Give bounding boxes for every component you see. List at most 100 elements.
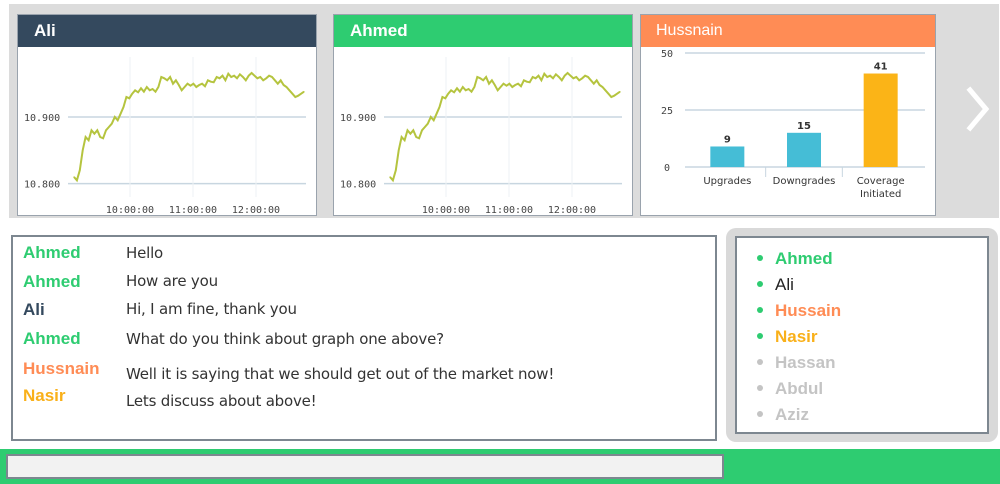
y-tick-label: 50 — [661, 49, 673, 60]
chart-card-ali[interactable]: Ali 10.900 10.800 10:00:00 11:00:00 12:00:00 — [17, 14, 317, 216]
data-point — [82, 149, 84, 151]
card-header: Ahmed — [334, 15, 632, 47]
data-point — [549, 75, 551, 77]
data-point — [526, 81, 528, 83]
data-point — [265, 77, 267, 79]
data-point — [444, 97, 446, 99]
category-label: Coverage — [857, 176, 905, 187]
data-point — [500, 86, 502, 88]
data-point — [157, 86, 159, 88]
user-list-item[interactable]: Ali — [757, 275, 794, 295]
data-point — [590, 79, 592, 81]
user-list-item[interactable]: Aziz — [757, 405, 809, 425]
status-dot-icon — [757, 306, 763, 313]
status-dot-icon — [757, 358, 763, 365]
data-point — [424, 126, 426, 128]
data-point — [473, 86, 475, 88]
data-point — [294, 96, 296, 98]
data-point — [213, 81, 215, 83]
data-point — [497, 89, 499, 91]
data-point — [114, 116, 116, 118]
user-list-item[interactable]: Nasir — [757, 327, 818, 347]
chat-username: Ahmed — [23, 329, 81, 348]
data-point — [430, 116, 432, 118]
chat-text: Well it is saying that we should get out… — [126, 365, 555, 383]
data-point — [239, 73, 241, 75]
data-point — [224, 79, 226, 81]
data-point — [259, 76, 261, 78]
data-point — [242, 76, 244, 78]
data-point — [268, 75, 270, 77]
data-point — [436, 113, 438, 115]
bar-value-label: 15 — [797, 121, 811, 132]
data-point — [88, 139, 90, 141]
message-input[interactable] — [6, 454, 724, 479]
data-point — [561, 79, 563, 81]
data-point — [613, 95, 615, 97]
data-point — [532, 76, 534, 78]
data-point — [529, 81, 531, 83]
data-point — [85, 136, 87, 138]
chart-card-hussnain[interactable]: Hussnain 50 25 0 9 Upgrades 15 Downgrades 41 Cov… — [640, 14, 936, 216]
user-list-item[interactable]: Hassan — [757, 353, 835, 373]
data-point — [401, 136, 403, 138]
bar — [863, 73, 898, 167]
user-list-panel: Ahmed Ali Hussain Nasir Hassan Abdul Aziz — [726, 228, 998, 442]
data-point — [90, 129, 93, 131]
user-list-item[interactable]: Abdul — [757, 379, 823, 399]
data-point — [438, 106, 441, 108]
data-point — [149, 89, 151, 91]
x-tick-label: 10:00:00 — [422, 205, 470, 215]
data-point — [552, 77, 554, 79]
data-point — [572, 77, 574, 79]
chevron-right-icon[interactable] — [966, 84, 990, 134]
data-point — [73, 176, 75, 178]
data-point — [535, 77, 537, 79]
chat-username: Hussnain — [23, 359, 100, 378]
data-point — [491, 79, 493, 81]
data-point — [546, 76, 548, 78]
data-point — [131, 93, 133, 95]
data-point — [96, 129, 98, 131]
data-point — [610, 96, 612, 98]
data-point — [288, 89, 290, 91]
data-point — [189, 85, 192, 87]
user-list-item[interactable]: Hussain — [757, 301, 841, 321]
data-point — [462, 86, 464, 88]
category-label: Downgrades — [773, 176, 836, 187]
data-point — [178, 84, 180, 86]
data-point — [140, 87, 142, 89]
data-point — [523, 79, 525, 81]
data-point — [514, 84, 516, 86]
user-name: Nasir — [775, 327, 818, 346]
data-point — [248, 75, 250, 77]
data-point — [236, 77, 238, 79]
status-dot-icon — [757, 254, 763, 261]
data-point — [195, 86, 197, 88]
data-point — [233, 75, 235, 77]
data-point — [616, 93, 618, 95]
bar-value-label: 41 — [874, 62, 888, 73]
data-point — [186, 83, 189, 85]
user-name: Hassan — [775, 353, 836, 372]
data-point — [99, 136, 101, 138]
data-point — [476, 76, 478, 78]
data-point — [511, 86, 513, 88]
data-point — [601, 86, 604, 88]
chart-card-ahmed[interactable]: Ahmed 10.900 10.800 10:00:00 11:00:00 12:00:… — [333, 14, 633, 216]
data-point — [128, 97, 130, 99]
y-tick-label: 10.800 — [24, 180, 60, 191]
data-point — [271, 76, 273, 78]
data-point — [143, 91, 145, 93]
user-list-item[interactable]: Ahmed — [757, 249, 833, 269]
data-point — [300, 93, 302, 95]
data-point — [395, 169, 397, 171]
data-point — [169, 76, 171, 78]
data-point — [253, 75, 256, 77]
data-point — [409, 133, 411, 135]
data-point — [274, 79, 276, 81]
data-point — [404, 139, 406, 141]
x-tick-label: 12:00:00 — [232, 205, 280, 215]
category-label: Upgrades — [703, 176, 751, 187]
data-point — [427, 123, 429, 125]
